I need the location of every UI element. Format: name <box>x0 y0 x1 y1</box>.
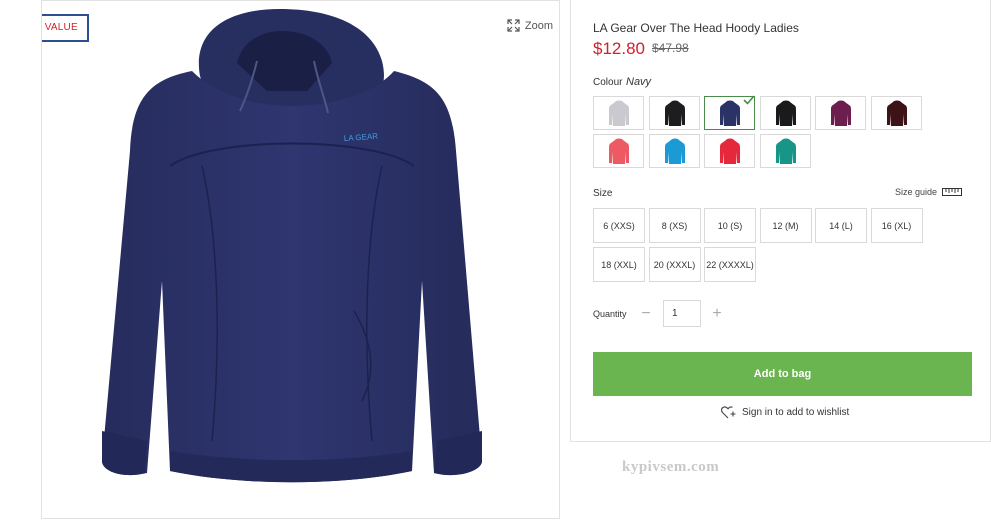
product-image[interactable]: LA GEAR <box>42 1 560 519</box>
size-option[interactable]: 8 (XS) <box>648 208 701 243</box>
size-guide-label: Size guide <box>894 187 937 197</box>
selected-colour: Navy <box>626 76 652 88</box>
ruler-icon <box>942 188 962 196</box>
hoodie-thumbnail <box>720 138 740 164</box>
colour-swatch[interactable] <box>759 134 811 168</box>
size-label: Size <box>593 188 613 199</box>
size-option[interactable]: 20 (XXXL) <box>648 247 701 282</box>
product-old-price: $47.98 <box>652 41 689 55</box>
colour-swatch[interactable] <box>704 134 755 168</box>
hoodie-thumbnail <box>775 100 796 126</box>
hoodie-thumbnail <box>886 100 907 126</box>
colour-swatch[interactable] <box>593 134 644 168</box>
hoodie-thumbnail <box>609 100 629 126</box>
size-option[interactable]: 16 (XL) <box>870 208 923 243</box>
quantity-decrease-button[interactable]: − <box>639 304 653 324</box>
quantity-input[interactable] <box>663 300 701 327</box>
quantity-increase-button[interactable]: + <box>710 304 724 324</box>
hoodie-thumbnail <box>664 100 685 126</box>
colour-swatch[interactable] <box>870 96 922 130</box>
wishlist-link[interactable]: Sign in to add to wishlist <box>721 406 849 419</box>
size-option[interactable]: 14 (L) <box>815 208 867 243</box>
quantity-label: Quantity <box>593 309 627 319</box>
size-guide-link[interactable]: Size guide <box>895 187 962 197</box>
size-option[interactable]: 6 (XXS) <box>593 208 645 243</box>
hoodie-thumbnail <box>831 100 851 126</box>
check-icon <box>743 95 755 105</box>
size-option[interactable]: 22 (XXXXL) <box>704 247 756 282</box>
colour-swatch[interactable] <box>648 96 700 130</box>
heart-plus-icon <box>721 406 736 419</box>
hoodie-thumbnail <box>664 138 685 164</box>
colour-swatch[interactable] <box>704 95 755 130</box>
size-option[interactable]: 10 (S) <box>704 208 756 243</box>
product-info-panel: LA Gear Over The Head Hoody Ladies $12.8… <box>570 0 991 442</box>
zoom-button[interactable]: Zoom <box>507 19 553 32</box>
colour-swatch[interactable] <box>759 96 811 130</box>
product-image-panel[interactable]: LA GEAR MEGA VALUE Zoom <box>41 0 560 519</box>
expand-icon <box>507 19 520 32</box>
size-option[interactable]: 18 (XXL) <box>593 247 645 282</box>
hoodie-thumbnail <box>609 138 629 164</box>
wishlist-label: Sign in to add to wishlist <box>742 407 850 418</box>
hoodie-thumbnail <box>720 100 740 126</box>
colour-swatch[interactable] <box>815 96 866 130</box>
watermark-text: kypivsem.com <box>622 459 720 475</box>
colour-swatch[interactable] <box>593 96 644 130</box>
mega-value-badge: MEGA VALUE <box>42 14 89 42</box>
hoodie-thumbnail <box>775 138 796 164</box>
badge-label: MEGA VALUE <box>42 14 89 42</box>
product-price: $12.80 <box>593 39 645 58</box>
product-title: LA Gear Over The Head Hoody Ladies <box>593 21 799 35</box>
colour-swatch[interactable] <box>648 134 700 168</box>
size-option[interactable]: 12 (M) <box>759 208 812 243</box>
zoom-label: Zoom <box>524 19 553 32</box>
colour-label: Colour <box>593 77 623 88</box>
add-to-bag-button[interactable]: Add to bag <box>593 352 972 396</box>
